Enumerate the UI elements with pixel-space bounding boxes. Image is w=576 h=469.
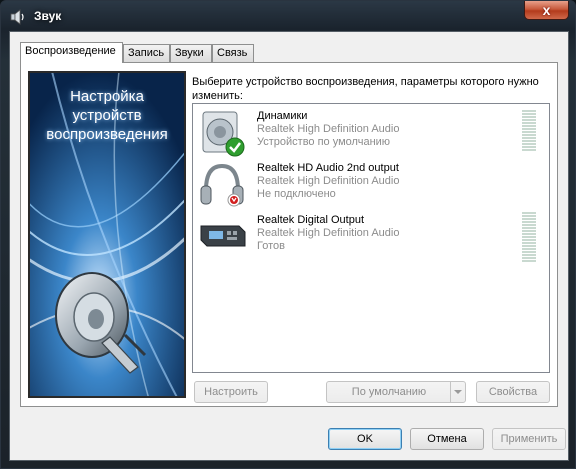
chevron-down-icon[interactable] — [450, 382, 465, 402]
ok-button[interactable]: OK — [328, 428, 402, 450]
banner-line-3: воспроизведения — [46, 126, 168, 143]
dialog-client-area: Воспроизведение Запись Звуки Связь Настр… — [9, 31, 569, 461]
properties-button[interactable]: Свойства — [476, 381, 550, 403]
set-default-button[interactable]: По умолчанию — [326, 381, 466, 403]
device-list[interactable]: Динамики Realtek High Definition Audio У… — [192, 103, 550, 373]
banner-caption: Настройка устройств воспроизведения — [30, 87, 184, 144]
title-bar[interactable]: Звук x — [1, 1, 575, 31]
apply-button[interactable]: Применить — [492, 428, 566, 450]
device-driver: Realtek High Definition Audio — [257, 227, 400, 239]
tab-communications[interactable]: Связь — [212, 44, 254, 62]
speaker-icon — [202, 111, 245, 157]
device-item-2nd-output[interactable]: Realtek HD Audio 2nd output Realtek High… — [193, 160, 549, 212]
volume-meter — [522, 110, 536, 152]
playback-banner: Настройка устройств воспроизведения — [28, 71, 186, 398]
tab-playback[interactable]: Воспроизведение — [20, 42, 123, 63]
close-button[interactable]: x — [524, 1, 569, 20]
instruction-text: Выберите устройство воспроизведения, пар… — [192, 76, 539, 102]
device-status: Устройство по умолчанию — [257, 136, 391, 148]
tab-sounds[interactable]: Звуки — [170, 44, 212, 62]
device-name: Realtek HD Audio 2nd output — [257, 162, 399, 174]
digital-output-icon — [200, 225, 246, 247]
tab-recording[interactable]: Запись — [123, 44, 170, 62]
default-check-icon — [225, 137, 245, 157]
headphones-icon — [200, 163, 244, 207]
set-default-label: По умолчанию — [351, 386, 427, 398]
device-item-digital-output[interactable]: Realtek Digital Output Realtek High Defi… — [193, 212, 549, 264]
speaker-title-icon — [10, 9, 24, 25]
device-status: Не подключено — [257, 188, 336, 200]
window-title: Звук — [34, 9, 62, 23]
device-driver: Realtek High Definition Audio — [257, 123, 400, 135]
device-item-speakers[interactable]: Динамики Realtek High Definition Audio У… — [193, 108, 549, 160]
playback-panel: Настройка устройств воспроизведения Выбе… — [20, 62, 558, 407]
close-icon: x — [542, 2, 551, 18]
sound-dialog-window: Звук x Воспроизведение Запись Звуки Связ… — [0, 0, 576, 469]
device-status: Готов — [257, 240, 285, 252]
device-name: Realtek Digital Output — [257, 214, 364, 226]
cancel-button[interactable]: Отмена — [410, 428, 484, 450]
volume-meter — [522, 212, 536, 263]
banner-line-1: Настройка — [70, 88, 144, 105]
device-driver: Realtek High Definition Audio — [257, 175, 400, 187]
configure-button[interactable]: Настроить — [194, 381, 268, 403]
device-name: Динамики — [257, 110, 308, 122]
banner-line-2: устройств — [72, 107, 142, 124]
